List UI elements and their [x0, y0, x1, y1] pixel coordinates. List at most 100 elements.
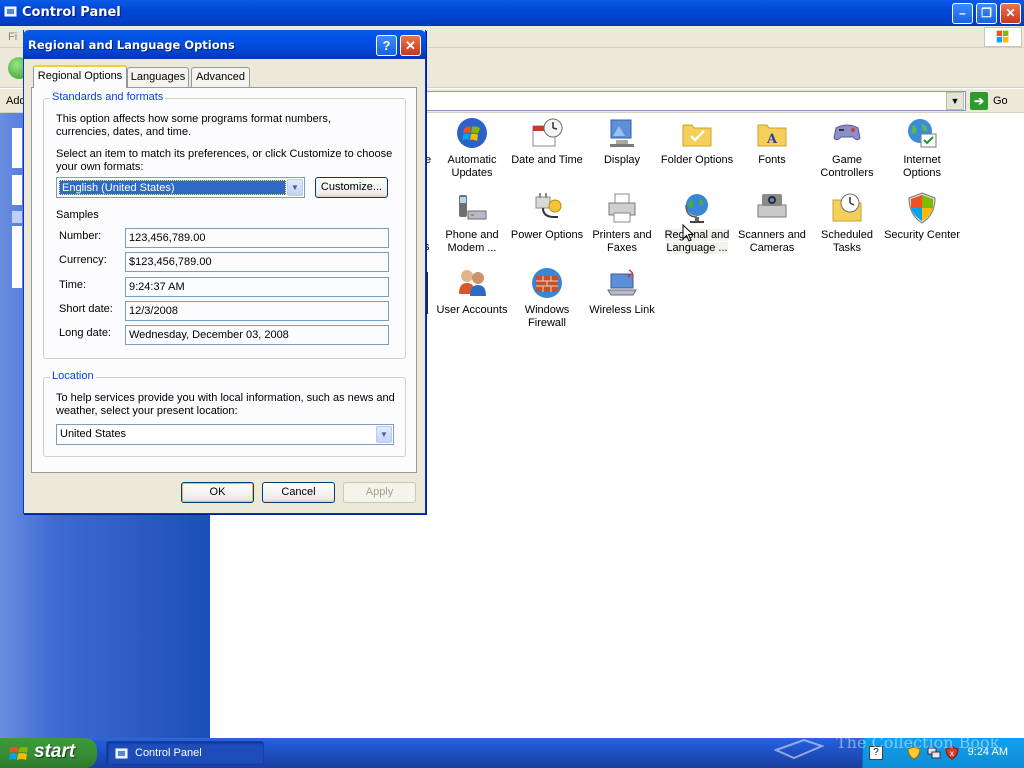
watermark: The Collection Book: [836, 733, 1000, 752]
location-select[interactable]: United States ▼: [56, 424, 394, 445]
restore-button[interactable]: ❐: [976, 3, 997, 24]
chevron-down-icon: ▼: [376, 426, 392, 443]
start-label: start: [34, 741, 76, 762]
user-accounts-label: User Accounts: [436, 304, 508, 316]
customize-button[interactable]: Customize...: [315, 177, 388, 198]
automatic-updates-icon: [457, 118, 487, 148]
apply-button[interactable]: Apply: [343, 482, 416, 503]
fonts-folder-icon: A: [757, 124, 787, 147]
go-label: Go: [993, 95, 1008, 107]
sample-long-date-value: Wednesday, December 03, 2008: [125, 325, 389, 345]
wireless-laptop-icon: [607, 269, 637, 296]
dialog-close-button[interactable]: ✕: [400, 35, 421, 56]
ok-label: OK: [209, 486, 226, 498]
chevron-down-icon[interactable]: ▼: [946, 92, 964, 110]
internet-options-item[interactable]: Internet Options: [884, 116, 960, 180]
wireless-link-label: Wireless Link: [589, 304, 655, 316]
help-button[interactable]: ?: [376, 35, 397, 56]
mouse-cursor-icon: [682, 224, 694, 242]
locale-selected-value: English (United States): [59, 180, 286, 195]
game-controllers-label: Game Controllers: [820, 154, 874, 179]
start-button[interactable]: start: [0, 738, 97, 768]
minimize-button[interactable]: –: [952, 3, 973, 24]
scheduled-tasks-item[interactable]: Scheduled Tasks: [809, 191, 885, 255]
customize-label: Customize...: [320, 181, 383, 193]
scanners-and-cameras-label: Scanners and Cameras: [738, 229, 806, 254]
scheduled-tasks-folder-icon: [832, 193, 862, 222]
close-icon: ✕: [405, 38, 416, 53]
windows-logo-icon: [984, 27, 1022, 47]
partial-icon-edge: [426, 272, 428, 314]
security-center-label: Security Center: [884, 229, 960, 241]
fonts-item[interactable]: A Fonts: [734, 116, 810, 167]
task-pane-box: [12, 128, 22, 168]
chevron-down-icon: ▼: [287, 179, 303, 196]
ok-button[interactable]: OK: [181, 482, 254, 503]
scanners-and-cameras-item[interactable]: Scanners and Cameras: [734, 191, 810, 255]
tab-panel: Standards and formats This option affect…: [31, 87, 417, 473]
date-and-time-item[interactable]: Date and Time: [509, 116, 585, 167]
globe-stand-icon: [685, 194, 708, 223]
calendar-clock-icon: [532, 118, 563, 147]
sample-short-date-value: 12/3/2008: [125, 301, 389, 321]
security-center-item[interactable]: Security Center: [884, 191, 960, 242]
printers-and-faxes-item[interactable]: Printers and Faxes: [584, 191, 660, 255]
automatic-updates-item[interactable]: Automatic Updates: [434, 116, 510, 180]
standards-description: This option affects how some programs fo…: [56, 113, 331, 138]
sample-currency-value: $123,456,789.00: [125, 252, 389, 272]
taskbar-item-control-panel[interactable]: Control Panel: [106, 741, 264, 765]
security-shield-icon: [908, 192, 936, 224]
go-button[interactable]: ➔ Go: [970, 92, 1020, 110]
user-accounts-item[interactable]: User Accounts: [434, 266, 510, 317]
samples-label: Samples: [56, 209, 99, 221]
tab-regional-options[interactable]: Regional Options: [33, 65, 127, 88]
power-options-item[interactable]: Power Options: [509, 191, 585, 242]
task-pane-box: [12, 226, 22, 288]
phone-and-modem-item[interactable]: Phone and Modem ...: [434, 191, 510, 255]
control-panel-titlebar[interactable]: Control Panel – ❐ ✕: [0, 0, 1024, 26]
phone-and-modem-label: Phone and Modem ...: [445, 229, 499, 254]
standards-formats-legend: Standards and formats: [50, 91, 166, 103]
dialog-titlebar[interactable]: Regional and Language Options ? ✕: [23, 30, 426, 59]
power-plug-icon: [535, 193, 562, 218]
folder-options-item[interactable]: Folder Options: [659, 116, 735, 167]
sample-long-date-label: Long date:: [59, 327, 111, 339]
location-group: Location To help services provide you wi…: [43, 370, 406, 457]
display-monitor-icon: [610, 119, 634, 147]
standards-instruction: Select an item to match its preferences,…: [56, 148, 393, 173]
windows-firewall-item[interactable]: Windows Firewall: [509, 266, 585, 330]
game-controllers-item[interactable]: Game Controllers: [809, 116, 885, 180]
locale-select[interactable]: English (United States) ▼: [56, 177, 305, 198]
user-accounts-icon: [459, 270, 486, 296]
tab-languages[interactable]: Languages: [127, 67, 189, 87]
cancel-button[interactable]: Cancel: [262, 482, 335, 503]
regional-and-language-item[interactable]: Regional and Language ...: [659, 191, 735, 255]
svg-text:A: A: [766, 132, 778, 147]
dialog-title: Regional and Language Options: [28, 38, 235, 52]
windows-firewall-label: Windows Firewall: [524, 304, 570, 329]
scanner-camera-icon: [757, 194, 787, 218]
apply-label: Apply: [365, 486, 394, 498]
internet-options-label: Internet Options: [903, 154, 941, 179]
control-panel-icon: [115, 748, 128, 759]
sample-short-date-label: Short date:: [59, 303, 113, 315]
sample-time-label: Time:: [59, 279, 87, 291]
tab-advanced[interactable]: Advanced: [191, 67, 250, 87]
tab-label: Regional Options: [37, 70, 123, 82]
wireless-link-item[interactable]: Wireless Link: [584, 266, 660, 317]
printers-and-faxes-label: Printers and Faxes: [592, 229, 652, 254]
sample-time-value: 9:24:37 AM: [125, 277, 389, 297]
location-legend: Location: [50, 370, 96, 382]
menu-file[interactable]: Fi: [8, 31, 17, 43]
minimize-icon: –: [959, 6, 966, 20]
taskbar-item-label: Control Panel: [135, 747, 202, 759]
help-icon: ?: [382, 38, 391, 53]
internet-globe-icon: [908, 119, 937, 148]
address-input[interactable]: [420, 91, 966, 111]
tab-label: Languages: [130, 71, 186, 83]
display-item[interactable]: Display: [584, 116, 660, 167]
regional-language-dialog: Regional and Language Options ? ✕ Region…: [23, 30, 426, 514]
phone-modem-icon: [459, 195, 487, 220]
close-button[interactable]: ✕: [1000, 3, 1021, 24]
fonts-label: Fonts: [758, 154, 786, 166]
